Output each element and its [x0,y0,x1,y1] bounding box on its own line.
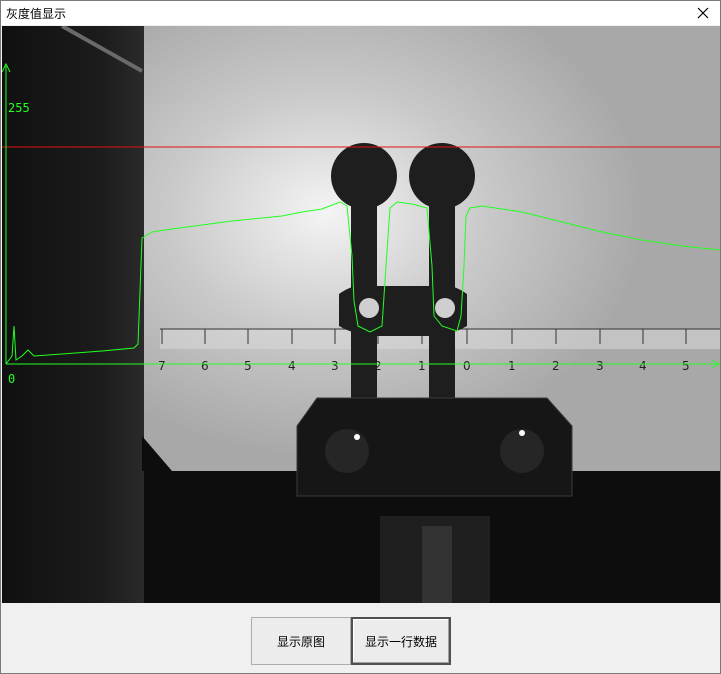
window-title: 灰度值显示 [6,7,67,21]
ruler-label: 1 [418,359,426,373]
close-icon [697,7,709,19]
ruler-label: 6 [201,359,209,373]
ruler-label: 7 [158,359,166,373]
ruler-label: 3 [331,359,339,373]
ruler-label: 5 [244,359,252,373]
ruler-label: 4 [639,359,647,373]
gray-value-window: 灰度值显示 7 6 5 4 3 2 1 0 1 2 3 4 5 255 0 显示… [0,0,721,674]
show-original-button[interactable]: 显示原图 [251,617,351,665]
ruler-label: 0 [463,359,471,373]
ruler-label: 5 [682,359,690,373]
y-min-label: 0 [8,372,16,386]
ruler-label: 4 [288,359,296,373]
show-row-data-button[interactable]: 显示一行数据 [351,617,451,665]
ruler-label: 2 [552,359,560,373]
ruler-label: 1 [508,359,516,373]
ruler-label: 3 [596,359,604,373]
grayscale-image-view: 7 6 5 4 3 2 1 0 1 2 3 4 5 255 0 [2,26,720,603]
y-max-label: 255 [8,101,30,115]
title-bar: 灰度值显示 [1,1,720,25]
close-button[interactable] [686,1,720,25]
camera-image: 7 6 5 4 3 2 1 0 1 2 3 4 5 [2,26,720,603]
